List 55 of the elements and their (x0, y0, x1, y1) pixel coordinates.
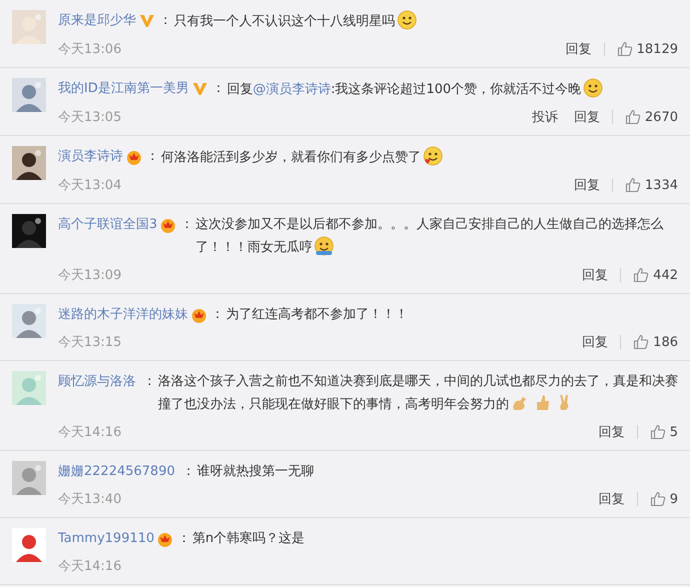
reply-link[interactable]: 回复 (590, 423, 633, 441)
reply-link[interactable]: 回复 (590, 490, 633, 508)
colon: ： (143, 373, 156, 391)
timestamp: 今天14:16 (58, 424, 122, 441)
thumbs-up-icon (616, 41, 633, 57)
timestamp: 今天14:16 (58, 558, 122, 575)
timestamp: 今天13:06 (58, 41, 122, 58)
like-button[interactable]: 9 (642, 491, 678, 507)
thumbs-up-icon (633, 334, 650, 350)
like-button[interactable]: 1334 (616, 177, 678, 193)
reply-link[interactable]: 回复 (566, 176, 608, 194)
username[interactable]: 迷路的木子洋洋的妹妹 (58, 304, 188, 326)
reply-link[interactable]: 回复 (574, 266, 616, 284)
like-button[interactable]: 186 (625, 334, 678, 350)
thumbs-up-icon (633, 267, 650, 283)
comment-text: 洛洛这个孩子入营之前也不知道决赛到底是哪天，中间的几试也都尽力的去了，真是和决赛撞了也没办法，只能现在做好眼下的事情，高考明年会努力的 (158, 374, 678, 412)
report-link[interactable]: 投诉 (524, 108, 566, 126)
thumbs-up-icon (650, 491, 666, 507)
comment-text: 为了红连高考都不参加了！！！ (226, 307, 408, 322)
colon: ： (211, 306, 224, 324)
timestamp: 今天13:40 (58, 491, 122, 508)
colon: ： (182, 463, 195, 481)
like-button[interactable]: 5 (642, 424, 678, 440)
comment-text: 谁呀就热搜第一无聊 (196, 464, 314, 479)
timestamp: 今天13:15 (58, 334, 122, 351)
username[interactable]: 我的ID是江南第一美男 (58, 78, 189, 100)
comment-text: 第n个韩寒吗？这是 (192, 531, 305, 546)
username[interactable]: 顾忆源与洛洛 (58, 371, 136, 393)
thumbs-up-icon (650, 424, 666, 440)
mention-link[interactable]: @演员李诗诗 (252, 82, 331, 97)
comment-text: 这次没参加又不是以后都不参加。。。人家自己安排自己的人生做自己的选择怎么了！！！雨女无瓜哼 (195, 217, 664, 255)
colon: ： (180, 216, 194, 234)
username[interactable]: 姗姗22224567890 (58, 461, 175, 483)
colon: ： (159, 12, 172, 30)
username[interactable]: 高个子联谊全国3 (58, 214, 158, 236)
timestamp: 今天13:09 (58, 267, 122, 284)
comment-text: 只有我一个人不认识这个十八线明星吗 (174, 14, 395, 29)
username[interactable]: 原来是邱少华 (58, 10, 136, 32)
username[interactable]: 演员李诗诗 (58, 146, 123, 168)
username[interactable]: Tammy199110 (58, 528, 154, 550)
comment-text: 何洛洛能活到多少岁，就看你们有多少点赞了 (161, 150, 421, 165)
thumbs-up-icon (624, 177, 641, 193)
like-button[interactable]: 2670 (616, 109, 678, 125)
like-button[interactable]: 442 (625, 267, 678, 283)
comment-text: 回复@演员李诗诗:我这条评论超过100个赞，你就活不过今晚 (226, 82, 582, 97)
colon: ： (146, 148, 159, 166)
reply-link[interactable]: 回复 (566, 108, 608, 126)
thumbs-up-icon (624, 109, 641, 125)
reply-link[interactable]: 回复 (574, 333, 616, 351)
timestamp: 今天13:04 (58, 177, 122, 194)
reply-link[interactable]: 回复 (558, 40, 600, 58)
like-button[interactable]: 18129 (608, 41, 678, 57)
colon: ： (212, 80, 225, 98)
colon: ： (177, 530, 190, 548)
timestamp: 今天13:05 (58, 109, 122, 126)
